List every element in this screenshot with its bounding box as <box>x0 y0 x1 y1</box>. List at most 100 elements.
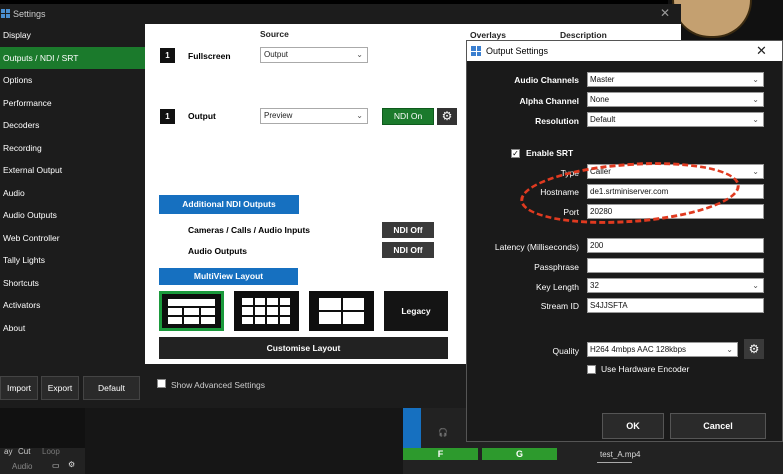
quality-settings-gear-button[interactable]: ⚙ <box>744 339 764 359</box>
ndi-on-button[interactable]: NDI On <box>382 108 434 125</box>
stream-id-input[interactable]: S4JJSFTA <box>587 298 764 313</box>
input-g-bar[interactable]: G <box>482 448 557 460</box>
resolution-select[interactable]: Default ⌄ <box>587 112 764 127</box>
enable-srt-checkbox[interactable]: ✓ <box>511 149 520 158</box>
alpha-channel-select[interactable]: None ⌄ <box>587 92 764 107</box>
latency-label: Latency (Milliseconds) <box>494 242 579 252</box>
headphones-icon[interactable]: 🎧 <box>438 428 448 437</box>
settings-close-icon[interactable]: ✕ <box>660 6 670 20</box>
output-source-select[interactable]: Preview ⌄ <box>260 108 368 124</box>
sidebar-item-web-controller[interactable]: Web Controller <box>0 227 145 250</box>
sidebar-item-about[interactable]: About <box>0 317 145 340</box>
fullscreen-source-value: Output <box>264 50 289 59</box>
sidebar-item-shortcuts[interactable]: Shortcuts <box>0 272 145 295</box>
show-advanced-checkbox[interactable] <box>157 379 166 388</box>
sidebar-item-decoders[interactable]: Decoders <box>0 114 145 137</box>
gear-icon: ⚙ <box>441 109 453 123</box>
sidebar-item-audio-outputs[interactable]: Audio Outputs <box>0 204 145 227</box>
tab-cut[interactable]: Cut <box>14 446 34 458</box>
app-icon <box>471 46 481 56</box>
stream-id-label: Stream ID <box>540 301 579 311</box>
additional-ndi-outputs-button[interactable]: Additional NDI Outputs <box>159 195 299 214</box>
sidebar-item-recording[interactable]: Recording <box>0 137 145 160</box>
quality-value: H264 4mbps AAC 128kbps <box>590 345 687 354</box>
audio-channels-value: Master <box>590 75 615 84</box>
cameras-ndi-off-button[interactable]: NDI Off <box>382 222 434 238</box>
sidebar-item-options[interactable]: Options <box>0 69 145 92</box>
settings-titlebar: Settings ✕ <box>0 4 681 24</box>
audio-outputs-label: Audio Outputs <box>188 246 248 256</box>
quality-select[interactable]: H264 4mbps AAC 128kbps ⌄ <box>587 342 738 357</box>
monitor-icon[interactable]: ▭ <box>52 461 60 470</box>
hardware-encoder-label: Use Hardware Encoder <box>601 364 690 374</box>
gear-icon[interactable]: ⚙ <box>68 460 75 469</box>
background-blue-strip <box>403 408 421 448</box>
import-button[interactable]: Import <box>0 376 38 400</box>
sidebar-item-activators[interactable]: Activators <box>0 294 145 317</box>
sidebar-item-display[interactable]: Display <box>0 24 145 47</box>
sidebar-item-performance[interactable]: Performance <box>0 92 145 115</box>
enable-srt-label: Enable SRT <box>526 148 574 158</box>
audio-label: Audio <box>12 462 33 471</box>
sidebar-item-audio[interactable]: Audio <box>0 182 145 205</box>
layout-option-3[interactable] <box>309 291 374 331</box>
description-column-header: Description <box>560 30 607 40</box>
chevron-down-icon: ⌄ <box>752 75 759 84</box>
audio-outputs-ndi-off-button[interactable]: NDI Off <box>382 242 434 258</box>
cancel-button[interactable]: Cancel <box>670 413 766 439</box>
output-settings-dialog: Output Settings ✕ Audio Channels Master ⌄… <box>466 40 783 442</box>
overlays-column-header: Overlays <box>470 30 506 40</box>
multiview-layout-button[interactable]: MultiView Layout <box>159 268 298 285</box>
alpha-channel-value: None <box>590 95 610 104</box>
chevron-down-icon: ⌄ <box>752 167 759 176</box>
passphrase-label: Passphrase <box>534 262 579 272</box>
customise-layout-button[interactable]: Customise Layout <box>159 337 448 359</box>
input-f-bar[interactable]: F <box>403 448 478 460</box>
default-button[interactable]: Default <box>83 376 140 400</box>
output-label: Output <box>188 111 216 121</box>
cameras-calls-label: Cameras / Calls / Audio Inputs <box>188 225 311 235</box>
gear-icon: ⚙ <box>748 342 760 356</box>
ok-button[interactable]: OK <box>602 413 664 439</box>
layout-grid-icon <box>319 298 364 324</box>
sidebar-item-external-output[interactable]: External Output <box>0 159 145 182</box>
fullscreen-label: Fullscreen <box>188 51 231 61</box>
export-button[interactable]: Export <box>41 376 79 400</box>
resolution-label: Resolution <box>535 116 579 126</box>
layout-option-2[interactable] <box>234 291 299 331</box>
app-icon <box>1 9 10 18</box>
fullscreen-number-badge: 1 <box>160 48 175 63</box>
key-length-select[interactable]: 32 ⌄ <box>587 278 764 293</box>
passphrase-input[interactable] <box>587 258 764 273</box>
output-number-badge: 1 <box>160 109 175 124</box>
key-length-label: Key Length <box>535 282 579 292</box>
dialog-close-icon[interactable]: ✕ <box>756 43 767 59</box>
audio-channels-label: Audio Channels <box>514 75 579 85</box>
chevron-down-icon: ⌄ <box>752 95 759 104</box>
file-slider[interactable] <box>597 462 632 463</box>
layout-option-1[interactable] <box>159 291 224 331</box>
hardware-encoder-checkbox[interactable] <box>587 365 596 374</box>
audio-channels-select[interactable]: Master ⌄ <box>587 72 764 87</box>
settings-sidebar: Display Outputs / NDI / SRT Options Perf… <box>0 24 145 364</box>
sidebar-item-tally-lights[interactable]: Tally Lights <box>0 249 145 272</box>
file-name-label: test_A.mp4 <box>600 450 641 459</box>
dialog-title: Output Settings <box>486 46 549 56</box>
show-advanced-label: Show Advanced Settings <box>171 380 266 390</box>
sidebar-item-outputs[interactable]: Outputs / NDI / SRT <box>0 46 145 69</box>
latency-input[interactable]: 200 <box>587 238 764 253</box>
output-settings-gear-button[interactable]: ⚙ <box>437 108 457 125</box>
alpha-channel-label: Alpha Channel <box>519 96 579 106</box>
layout-grid-icon <box>242 298 290 324</box>
quality-label: Quality <box>552 346 579 356</box>
key-length-value: 32 <box>590 281 599 290</box>
fullscreen-source-select[interactable]: Output ⌄ <box>260 47 368 63</box>
legacy-layout-button[interactable]: Legacy <box>384 291 448 331</box>
source-column-header: Source <box>260 29 289 39</box>
output-source-value: Preview <box>264 111 293 120</box>
chevron-down-icon: ⌄ <box>752 281 759 290</box>
tab-loop[interactable]: Loop <box>38 446 64 458</box>
dialog-titlebar: Output Settings ✕ <box>467 41 782 61</box>
chevron-down-icon: ⌄ <box>752 115 759 124</box>
background-dark-pane <box>0 408 85 448</box>
